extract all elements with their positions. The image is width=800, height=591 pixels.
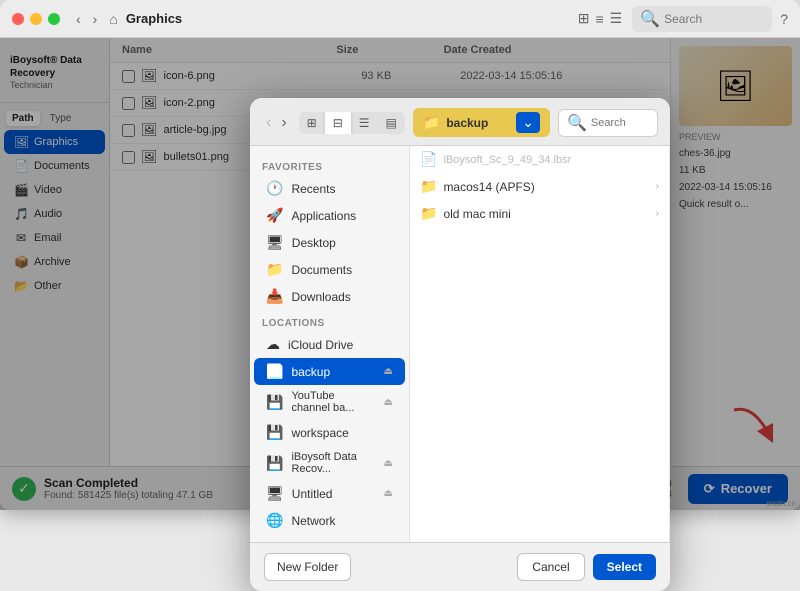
iboysoft-eject-icon[interactable]: ⏏	[384, 458, 393, 469]
location-label: backup	[446, 116, 488, 130]
dialog-item-youtube[interactable]: 💾 YouTube channel ba... ⏏	[254, 385, 405, 419]
iboysoft-label: iBoysoft Data Recov...	[291, 451, 375, 475]
downloads-label: Downloads	[291, 290, 350, 304]
dialog-file-item[interactable]: 📄 iBoysoft_Sc_9_49_34.lbsr	[410, 146, 669, 173]
dialog-sidebar: Favorites 🕐 Recents 🚀 Applications 🖥 Des…	[250, 146, 410, 510]
dialog-item-recents[interactable]: 🕐 Recents	[254, 175, 405, 202]
eject-icon[interactable]: ⏏	[384, 366, 393, 377]
dialog-file-item[interactable]: 📁 macos14 (APFS) ›	[410, 173, 669, 200]
dialog-item-desktop[interactable]: 🖥 Desktop	[254, 229, 405, 256]
traffic-lights	[12, 13, 60, 25]
grid-view-btn[interactable]: ⊞	[576, 8, 592, 29]
location-icon: 📁	[423, 114, 440, 131]
backup-label: backup	[291, 365, 330, 379]
search-input[interactable]	[664, 12, 764, 26]
macos-label: macos14 (APFS)	[443, 180, 534, 194]
list-view-btn[interactable]: ≡	[593, 8, 605, 29]
dialog-item-icloud[interactable]: ☁ iCloud Drive	[254, 331, 405, 358]
desktop-icon: 🖥	[266, 234, 284, 251]
dialog-overlay: ‹ › ⊞ ⊟ ☰ ▤ 📁 backup ⌄ 🔍	[0, 38, 800, 510]
untitled-icon: 🖥	[266, 485, 284, 502]
back-button[interactable]: ‹	[72, 9, 85, 29]
dialog-item-documents[interactable]: 📁 Documents	[254, 256, 405, 283]
dialog-content: Favorites 🕐 Recents 🚀 Applications 🖥 Des…	[250, 146, 670, 510]
search-bar[interactable]: 🔍	[632, 6, 772, 32]
view-toggle: ⊞ ≡ ☰	[576, 8, 624, 29]
dialog-search-input[interactable]	[591, 117, 649, 129]
breadcrumb: Graphics	[126, 11, 576, 26]
maximize-button[interactable]	[48, 13, 60, 25]
icloud-label: iCloud Drive	[288, 338, 353, 352]
dialog-search[interactable]: 🔍	[558, 109, 658, 137]
favorites-label: Favorites	[250, 154, 409, 175]
dialog-column: 📄 iBoysoft_Sc_9_49_34.lbsr 📁 macos14 (AP…	[410, 146, 670, 510]
recents-icon: 🕐	[266, 180, 283, 197]
ibsr-icon: 📄	[420, 151, 437, 168]
detail-view-btn[interactable]: ☰	[608, 8, 625, 29]
dialog-item-downloads[interactable]: 📥 Downloads	[254, 283, 405, 310]
dialog-nav: ‹ ›	[262, 112, 291, 134]
forward-button[interactable]: ›	[89, 9, 102, 29]
dialog-item-untitled[interactable]: 🖥 Untitled ⏏	[254, 480, 405, 507]
toolbar-right: ⊞ ≡ ☰ 🔍 ?	[576, 6, 788, 32]
oldmac-icon: 📁	[420, 205, 437, 222]
locations-label: Locations	[250, 310, 409, 331]
untitled-label: Untitled	[292, 487, 333, 501]
dialog-item-applications[interactable]: 🚀 Applications	[254, 202, 405, 229]
untitled-eject-icon[interactable]: ⏏	[384, 488, 393, 499]
icloud-icon: ☁	[266, 336, 280, 353]
dialog-toolbar: ‹ › ⊞ ⊟ ☰ ▤ 📁 backup ⌄ 🔍	[250, 98, 670, 146]
youtube-eject-icon[interactable]: ⏏	[384, 397, 393, 408]
dialog-list-btn[interactable]: ☰	[351, 112, 378, 134]
youtube-label: YouTube channel ba...	[291, 390, 375, 414]
macos-icon: 📁	[420, 178, 437, 195]
dialog-view-btns: ⊞ ⊟ ☰ ▤	[299, 112, 405, 134]
downloads-icon: 📥	[266, 288, 283, 305]
search-icon: 🔍	[640, 9, 660, 29]
workspace-label: workspace	[291, 426, 348, 440]
recents-label: Recents	[291, 182, 335, 196]
dialog-location[interactable]: 📁 backup ⌄	[413, 108, 550, 137]
location-dropdown-btn[interactable]: ⌄	[516, 112, 540, 133]
dialog-filepane: 📄 iBoysoft_Sc_9_49_34.lbsr 📁 macos14 (AP…	[410, 146, 670, 510]
home-button[interactable]: ⌂	[109, 11, 117, 27]
minimize-button[interactable]	[30, 13, 42, 25]
dialog-item-iboysoft[interactable]: 💾 iBoysoft Data Recov... ⏏	[254, 446, 405, 480]
dialog-back-btn[interactable]: ‹	[262, 112, 275, 134]
dialog-search-icon: 🔍	[567, 113, 587, 133]
dialog-docs-icon: 📁	[266, 261, 283, 278]
title-bar: ‹ › ⌂ Graphics ⊞ ≡ ☰ 🔍 ?	[0, 0, 800, 38]
ibsr-label: iBoysoft_Sc_9_49_34.lbsr	[443, 154, 571, 166]
applications-label: Applications	[291, 209, 356, 223]
dialog-forward-btn[interactable]: ›	[277, 112, 290, 134]
dialog-item-backup[interactable]: 💾 backup ⏏	[254, 358, 405, 385]
nav-buttons: ‹ ›	[72, 9, 101, 29]
iboysoft-icon: 💾	[266, 455, 283, 472]
dialog-file-item[interactable]: 📁 old mac mini ›	[410, 200, 669, 227]
app-window: ‹ › ⌂ Graphics ⊞ ≡ ☰ 🔍 ? iBoysoft® Data …	[0, 0, 800, 510]
help-button[interactable]: ?	[780, 11, 788, 27]
open-dialog: ‹ › ⊞ ⊟ ☰ ▤ 📁 backup ⌄ 🔍	[250, 98, 670, 510]
oldmac-label: old mac mini	[443, 207, 510, 221]
dialog-column-btn[interactable]: ⊟	[325, 112, 351, 134]
workspace-icon: 💾	[266, 424, 283, 441]
applications-icon: 🚀	[266, 207, 283, 224]
backup-icon: 💾	[266, 363, 283, 380]
youtube-icon: 💾	[266, 394, 283, 411]
dialog-grid-btn[interactable]: ⊞	[299, 112, 325, 134]
dialog-item-workspace[interactable]: 💾 workspace	[254, 419, 405, 446]
macos-chevron: ›	[656, 181, 659, 192]
oldmac-chevron: ›	[656, 208, 659, 219]
desktop-label: Desktop	[292, 236, 336, 250]
close-button[interactable]	[12, 13, 24, 25]
dialog-cover-btn[interactable]: ▤	[378, 112, 405, 134]
dialog-docs-label: Documents	[291, 263, 352, 277]
